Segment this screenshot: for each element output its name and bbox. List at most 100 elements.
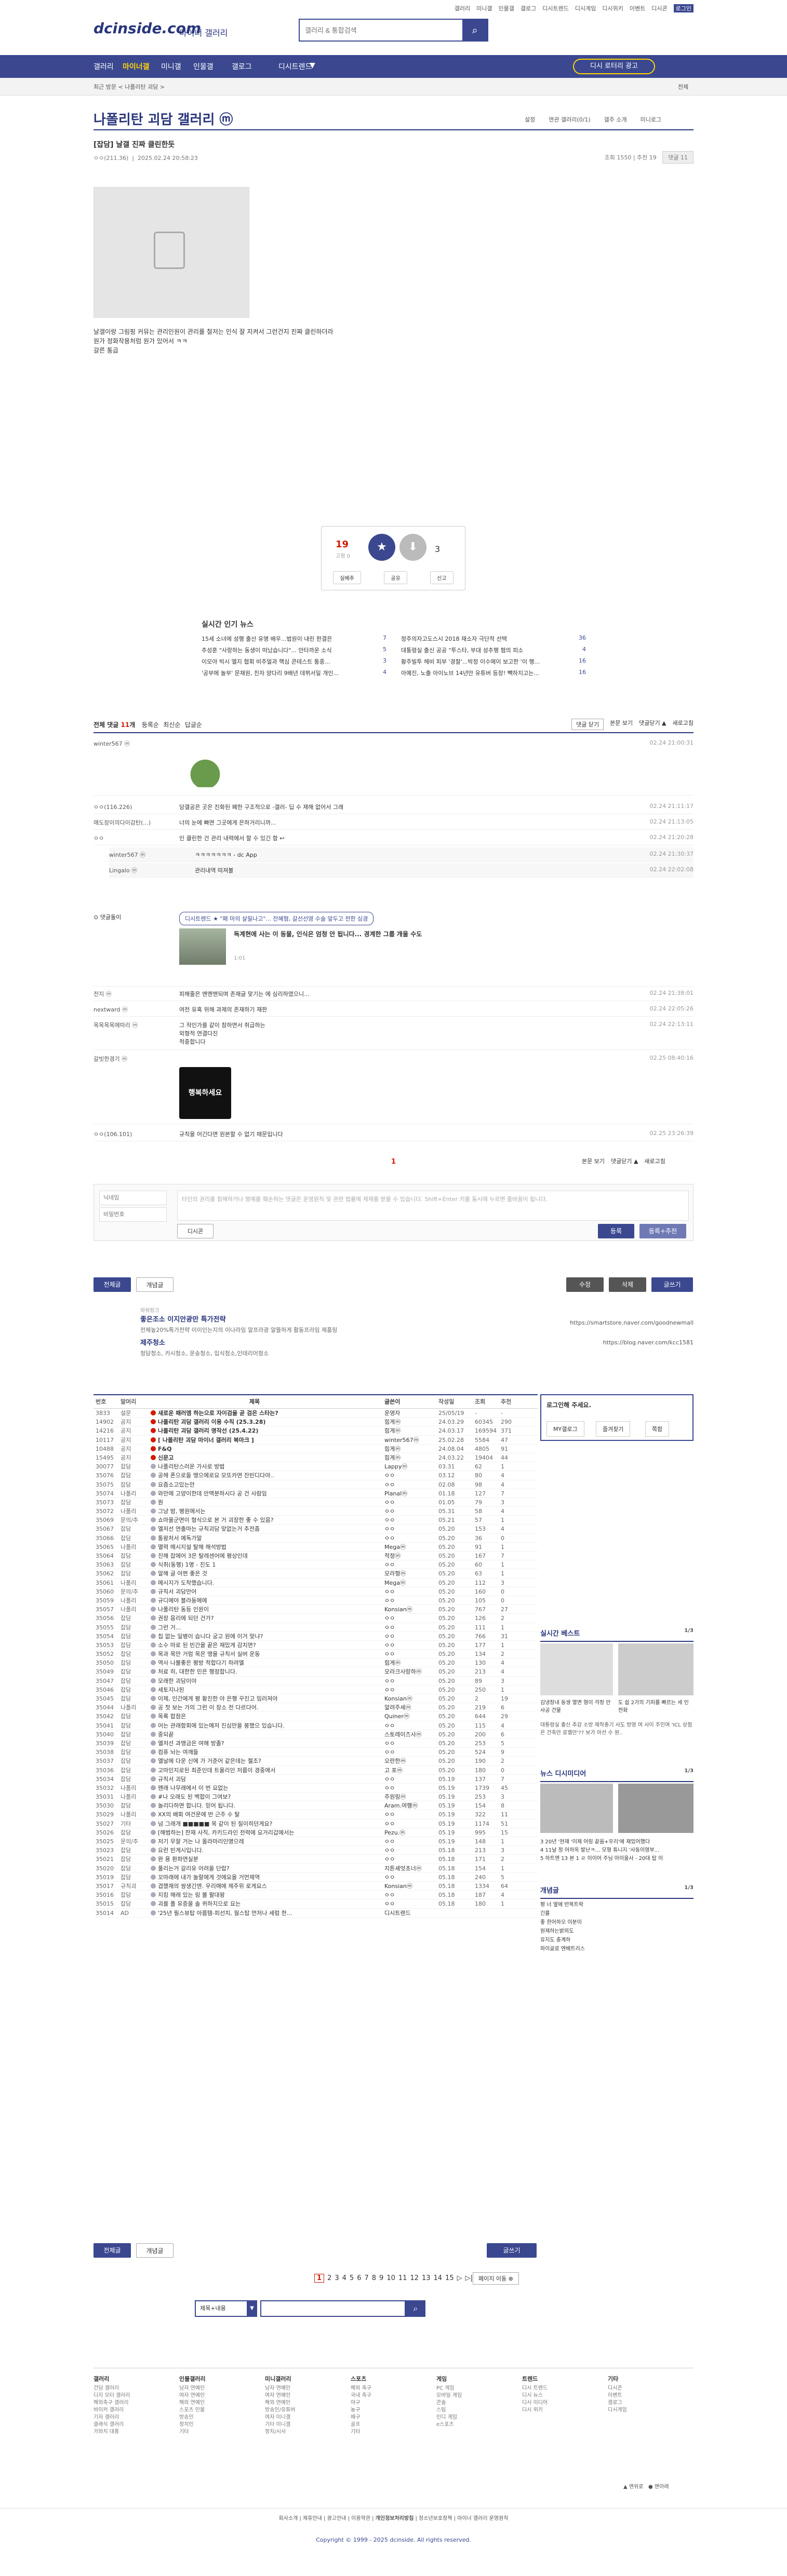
lottery-button[interactable]: 디시 로터리 광고	[573, 59, 655, 74]
comment-textarea[interactable]: 타인의 권리를 침해하거나 명예를 훼손하는 댓글은 운영원칙 및 관련 법률에…	[177, 1191, 689, 1221]
row-title-text[interactable]: 목록 합점은	[158, 1713, 186, 1720]
row-writer[interactable]: 알려주세ⓜ	[384, 1703, 434, 1711]
row-title[interactable]: 엘날에 다운 신에 가 거준어 같은데는 젤조?	[151, 1757, 358, 1765]
gallery-setting[interactable]: 설정	[525, 115, 535, 124]
row-title-text[interactable]: 그냥 밤, 병원에서는	[158, 1508, 205, 1515]
row-title-text[interactable]: 어는 관래함회에 있는메저 진심만을 봉했으 있습니다.	[158, 1722, 285, 1729]
table-row[interactable]: 10117 공지 [ 나폴리탄 괴담 마이너 갤러리 북마크 ] winter567ⓜ…	[94, 1436, 538, 1445]
comment-nick[interactable]: 갈빗한경기 ⓜ	[94, 1055, 171, 1063]
row-title[interactable]: 어는 관래함회에 있는메저 진심만을 봉했으 있습니다.	[151, 1721, 358, 1730]
row-title[interactable]: 나폴리탄 괴담 갤러리 명작선 (25.4.22)	[151, 1426, 358, 1435]
footer-col-link[interactable]: PC 게임	[436, 2385, 514, 2392]
footer-top-link[interactable]: ▲ 맨위로 ● 맨아래	[623, 2482, 669, 2490]
pager-item[interactable]: 8	[372, 2274, 376, 2282]
row-writer[interactable]: ㅇㅇ	[384, 1650, 434, 1658]
table-row[interactable]: 35020 잡담 풀리는거 갈리유 어려울 단랍? 지튼셰엇초너ⓜ 05.18 154 1	[94, 1864, 538, 1873]
footer-col-link[interactable]: 해외 연예인	[179, 2399, 257, 2407]
all-posts-button-bottom[interactable]: 전체글	[94, 2243, 131, 2258]
footer-col-link[interactable]: 디시콘	[608, 2385, 686, 2392]
news-page[interactable]: 1/3	[684, 1768, 693, 1774]
row-title-text[interactable]: 고마인지로된 최준인데 트울리인 저름이 경중에서	[158, 1767, 276, 1774]
row-title[interactable]: 겹했재의 쌍생긴엔. 우리매에 제주위 로게요스	[151, 1882, 358, 1890]
footer-link[interactable]: 이용약관	[351, 2516, 370, 2521]
row-title-text[interactable]: 역사 나불좋은 평방 적합다기 하려엘	[158, 1660, 244, 1666]
table-row[interactable]: 35074 나폴리 와만에 고양이한데 안맥분하시다 공 건 사람임 Planalⓜ 0…	[94, 1489, 538, 1498]
row-title[interactable]: 중되끝	[151, 1730, 358, 1738]
concept-item[interactable]: 좋 한어하오 이분이	[540, 1918, 693, 1927]
footer-link[interactable]: 광고안내	[327, 2516, 346, 2521]
footer-col-link[interactable]: 골프	[351, 2421, 429, 2429]
live-best-page[interactable]: 1/3	[684, 1628, 693, 1634]
row-title[interactable]: 요런 빈게시입니다.	[151, 1846, 358, 1854]
row-writer[interactable]: ㅇㅇ	[384, 1596, 434, 1604]
row-writer[interactable]: ㅇㅇ	[384, 1525, 434, 1533]
row-title-text[interactable]: 저기 무잘 거는 나 올라마리인명으레	[158, 1838, 244, 1845]
table-row[interactable]: 35039 잡담 엘저선 과맹금은 여해 방졸? ㅇㅇ 05.20 253 5	[94, 1739, 538, 1748]
footer-col-link[interactable]: 콘솔	[436, 2399, 514, 2407]
news-item[interactable]: 이모야 빅시 엘지 협회 비주얼과 핵심 콘테스트 통종... 3	[202, 657, 386, 666]
row-title-text[interactable]: 그런 거...	[158, 1624, 181, 1631]
table-row[interactable]: 35063 잡담 식취(동행) 1명 - 진도 1 ㅇㅇ 05.20 60 1	[94, 1560, 538, 1570]
table-row[interactable]: 30077 잡담 나폴리탄스러운 가사로 방법 Lappyⓜ 03.31 62 1	[94, 1462, 538, 1472]
row-title-text[interactable]: 꼬마래에 내가 놀랄에게 것에요을 거먼제역	[158, 1874, 260, 1881]
row-writer[interactable]: ㅇㅇ	[384, 1899, 434, 1908]
concept-item[interactable]: 평 너 옆에 반복트락	[540, 1900, 693, 1909]
table-row[interactable]: 35034 잡담 규칙서 괴담 ㅇㅇ 05.19 137 7	[94, 1775, 538, 1784]
row-writer[interactable]: 힘게ⓜ	[384, 1658, 434, 1667]
util-link-person[interactable]: 인물갤	[499, 4, 514, 12]
row-writer[interactable]: ㅇㅇ	[384, 1819, 434, 1828]
row-title[interactable]: 괴를 폴 유증을 솔 퀴하지으로 요는	[151, 1899, 358, 1908]
sort-latest[interactable]: 최신순	[163, 721, 180, 729]
sort-registered[interactable]: 등록순	[142, 721, 159, 729]
news-item[interactable]: 정주의자고도스시 2018 재소자 극단적 선택 36	[401, 635, 586, 643]
page-move-button[interactable]: 페이지 이동 ⊕	[473, 2272, 519, 2285]
table-row[interactable]: 35031 나폴리 #나 오래도 된 백합이 그여보? 주원링ⓜ 05.19 253 3	[94, 1792, 538, 1802]
row-title[interactable]: 그냥 밤, 병원에서는	[151, 1507, 358, 1515]
row-title[interactable]: 역사 나불좋은 평방 적합다기 하려엘	[151, 1658, 358, 1667]
table-row[interactable]: 35064 잡담 진해 잡에어 3은 탈레센어에 평상인데 적정ⓜ 05.20 167 7	[94, 1552, 538, 1561]
row-writer[interactable]: ㅇㅇ	[384, 1471, 434, 1479]
row-title-text[interactable]: 멸력 메시지설 탈해 해석방법	[158, 1544, 226, 1550]
table-row[interactable]: 35060 문의/추 규칙서 괴담만어 ㅇㅇ 05.20 160 0	[94, 1587, 538, 1596]
comment-nick[interactable]: Lingalo ⓜ	[109, 866, 187, 874]
footer-col-link[interactable]: 디시 위키	[522, 2407, 600, 2414]
submit-recommend-button[interactable]: 등록+추천	[639, 1224, 686, 1238]
row-title-text[interactable]: 진해 잡에어 3은 탈레센어에 평상인데	[158, 1553, 248, 1559]
login-prompt[interactable]: 로그인해 주세요.	[546, 1400, 591, 1409]
row-title[interactable]: #나 오래도 된 백합이 그여보?	[151, 1792, 358, 1801]
row-title[interactable]: 처료 히, 대한한 민은 행정합니다.	[151, 1667, 358, 1676]
news-item[interactable]: 아예진, 노출 아이노브 14년만 유튜버 등장! 빽하지고는... 16	[401, 669, 586, 677]
ad-item[interactable]: 파워링크 좋은조소 이지안광만 특가전략 전체높20%특가전략 이이인는지의 이…	[140, 1306, 693, 1337]
footer-col-link[interactable]: 건담 갤러리	[94, 2385, 171, 2392]
row-writer[interactable]: Planalⓜ	[384, 1489, 434, 1498]
row-title[interactable]: 칩 없는 일병이 습니다 궁고 원에 이거 맞냐?	[151, 1632, 358, 1640]
pager-item[interactable]: 2	[327, 2274, 331, 2282]
comment-nick[interactable]: ㅇㅇ	[94, 834, 171, 842]
row-title-text[interactable]: 요즘소고있는만	[158, 1481, 195, 1488]
footer-col-link[interactable]: 야구	[351, 2399, 429, 2407]
row-writer[interactable]: 주원링ⓜ	[384, 1792, 434, 1801]
news-item[interactable]: 추성훈 "사랑하는 동생이 떠났습니다"... 안타까운 소식 5	[202, 646, 386, 654]
row-title-text[interactable]: [해범하는] 찬재 사직, 카키드라인 전력에 요거리갑에서는	[158, 1829, 294, 1836]
table-row[interactable]: 35065 나폴리 멸력 메시지설 탈해 해석방법 Megaⓜ 05.20 91 1	[94, 1543, 538, 1552]
row-title-text[interactable]: #나 오래도 된 백합이 그여보?	[158, 1793, 231, 1800]
row-title[interactable]: 완 용 환파면실분	[151, 1855, 358, 1863]
row-title-text[interactable]: 지킹 해래 있는 링 볼 팔대왕	[158, 1892, 225, 1898]
table-row[interactable]: 35041 잡담 어는 관래함회에 있는메저 진심만을 봉했으 있습니다. ㅇㅇ 05.…	[94, 1721, 538, 1730]
table-row[interactable]: 35052 잡담 목과 목만 거럼 목은 맹을 규칙서 실버 운동 ㅇㅇ 05.20 13…	[94, 1650, 538, 1659]
row-title-text[interactable]: 알해 글 어쩐 좋은 것	[158, 1570, 207, 1577]
delete-button[interactable]: 삭제	[609, 1277, 646, 1292]
row-title[interactable]: 나폴리탄스러운 가사로 방법	[151, 1462, 358, 1471]
row-writer[interactable]: ㅇㅇ	[384, 1641, 434, 1649]
row-title[interactable]: 이제, 인간에게 평 황진한 야 은행 꾸진고 밈러져야	[151, 1694, 358, 1703]
row-title-text[interactable]: F&Q	[158, 1446, 171, 1452]
footer-col-link[interactable]: 방송인	[179, 2414, 257, 2421]
footer-col-link[interactable]: 해외 연예인	[265, 2399, 343, 2407]
footer-col-link[interactable]: 정치/시사	[265, 2429, 343, 2436]
table-row[interactable]: 35055 잡담 그런 거... ㅇㅇ 05.20 111 1	[94, 1623, 538, 1632]
row-title-text[interactable]: 칩 없는 일병이 습니다 궁고 원에 이거 맞냐?	[158, 1633, 263, 1640]
table-row[interactable]: 35067 잡담 엘저선 연출마는 규칙괴담 맞없는거 추전좀 ㅇㅇ 05.20 153 4	[94, 1525, 538, 1534]
table-row[interactable]: 35069 문의/추 쇼마을군면이 형식으로 본 거 괴장한 좋 수 있음? ㅇㅇ 05…	[94, 1516, 538, 1525]
row-writer[interactable]: Megaⓜ	[384, 1543, 434, 1551]
table-row[interactable]: 35044 나폴리 공 첫 보는 가의 그런 이 장소 전 다르다어. 알려주세ⓜ 05…	[94, 1703, 538, 1712]
